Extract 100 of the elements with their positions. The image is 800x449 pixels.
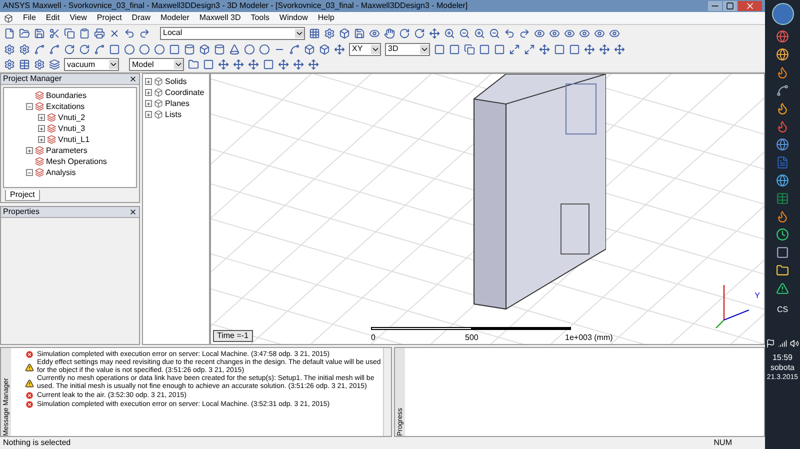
- flag-icon[interactable]: [766, 339, 775, 348]
- expand-toggle[interactable]: [145, 78, 152, 85]
- arc-icon[interactable]: [79, 44, 90, 54]
- expand-toggle[interactable]: [26, 147, 33, 154]
- speaker-icon[interactable]: [790, 339, 799, 348]
- move-icon[interactable]: [308, 59, 319, 70]
- menu-item[interactable]: Modeler: [160, 14, 190, 22]
- flame-icon[interactable]: [776, 210, 789, 223]
- tree-item[interactable]: Planes: [165, 100, 190, 108]
- document-icon[interactable]: [776, 156, 789, 169]
- tree-item[interactable]: Mesh Operations: [46, 158, 107, 166]
- menu-item[interactable]: Tools: [250, 14, 270, 22]
- save-icon[interactable]: [34, 28, 45, 38]
- layers-icon[interactable]: [49, 59, 60, 70]
- zoom-out-icon[interactable]: [459, 28, 470, 38]
- settings-icon[interactable]: [4, 59, 15, 70]
- box-icon[interactable]: [199, 44, 210, 54]
- tree-item[interactable]: Coordinate: [165, 88, 204, 96]
- settings-icon[interactable]: [324, 28, 335, 38]
- tree-item[interactable]: Lists: [165, 110, 182, 118]
- redo-icon[interactable]: [139, 28, 150, 38]
- circle-icon[interactable]: [124, 44, 135, 54]
- minimize-icon[interactable]: [708, 1, 722, 11]
- clock-icon[interactable]: [776, 228, 789, 241]
- window-icon[interactable]: [776, 246, 789, 259]
- tree-item[interactable]: Analysis: [46, 168, 76, 176]
- tree-item[interactable]: Vnuti_L1: [58, 136, 90, 144]
- close-icon[interactable]: [129, 208, 137, 216]
- sphere-icon[interactable]: [244, 44, 255, 54]
- tree-item[interactable]: Vnuti_2: [58, 114, 86, 122]
- cut-icon[interactable]: [49, 28, 60, 38]
- expand-toggle[interactable]: [145, 100, 152, 107]
- ellipse-icon[interactable]: [154, 44, 165, 54]
- box-icon[interactable]: [304, 44, 315, 54]
- collapse-toggle[interactable]: [26, 103, 33, 110]
- print-icon[interactable]: [94, 28, 105, 38]
- save-icon[interactable]: [354, 28, 365, 38]
- open-folder-icon[interactable]: [19, 28, 30, 38]
- cube-icon[interactable]: [339, 28, 350, 38]
- arc-icon[interactable]: [64, 44, 75, 54]
- move-icon[interactable]: [584, 44, 595, 54]
- app-icon[interactable]: [4, 14, 13, 22]
- project-tab[interactable]: Project: [5, 190, 40, 201]
- globe-icon[interactable]: [776, 138, 789, 151]
- triangle-icon[interactable]: [776, 282, 789, 295]
- cone-icon[interactable]: [229, 44, 240, 54]
- zoom-out-icon[interactable]: [489, 28, 500, 38]
- flame-icon[interactable]: [776, 66, 789, 79]
- menu-item[interactable]: Maxwell 3D: [199, 14, 241, 22]
- undo-icon[interactable]: [504, 28, 515, 38]
- eye-icon[interactable]: [594, 28, 605, 38]
- menu-item[interactable]: Window: [279, 14, 308, 22]
- move-icon[interactable]: [614, 44, 625, 54]
- redo-icon[interactable]: [519, 28, 530, 38]
- cylinder-icon[interactable]: [184, 44, 195, 54]
- tree-item[interactable]: Vnuti_3: [58, 124, 86, 132]
- menu-item[interactable]: Help: [318, 14, 334, 22]
- eye-icon[interactable]: [534, 28, 545, 38]
- move-icon[interactable]: [509, 44, 520, 54]
- expand-toggle[interactable]: [145, 89, 152, 96]
- eye-icon[interactable]: [564, 28, 575, 38]
- globe-icon[interactable]: [776, 174, 789, 187]
- square-icon[interactable]: [554, 44, 565, 54]
- spreadsheet-icon[interactable]: [776, 192, 789, 205]
- view-mode-dropdown[interactable]: 3D: [385, 42, 430, 56]
- plane-dropdown[interactable]: XY: [349, 42, 381, 56]
- tree-item[interactable]: Solids: [165, 78, 187, 86]
- curve-icon[interactable]: [94, 44, 105, 54]
- language-indicator[interactable]: CS: [776, 306, 788, 314]
- expand-toggle[interactable]: [38, 125, 45, 132]
- start-button[interactable]: [772, 3, 794, 25]
- move-icon[interactable]: [524, 44, 535, 54]
- collapse-toggle[interactable]: [26, 169, 33, 176]
- move-icon[interactable]: [233, 59, 244, 70]
- rotate-icon[interactable]: [399, 28, 410, 38]
- zoom-in-icon[interactable]: [474, 28, 485, 38]
- copy-icon[interactable]: [464, 44, 475, 54]
- settings-icon[interactable]: [4, 44, 15, 54]
- material-dropdown[interactable]: vacuum: [64, 58, 119, 71]
- spline-icon[interactable]: [49, 44, 60, 54]
- eye-icon[interactable]: [369, 28, 380, 38]
- square-icon[interactable]: [263, 59, 274, 70]
- zoom-in-icon[interactable]: [444, 28, 455, 38]
- expand-toggle[interactable]: [145, 111, 152, 118]
- tree-item[interactable]: Boundaries: [46, 92, 86, 100]
- eye-icon[interactable]: [579, 28, 590, 38]
- square-icon[interactable]: [494, 44, 505, 54]
- hand-icon[interactable]: [384, 28, 395, 38]
- move-icon[interactable]: [599, 44, 610, 54]
- settings-icon[interactable]: [19, 44, 30, 54]
- menu-item[interactable]: File: [23, 14, 36, 22]
- globe-icon[interactable]: [776, 30, 789, 43]
- copy-icon[interactable]: [64, 28, 75, 38]
- cylinder-icon[interactable]: [214, 44, 225, 54]
- undo-icon[interactable]: [124, 28, 135, 38]
- square-icon[interactable]: [569, 44, 580, 54]
- table-icon[interactable]: [19, 59, 30, 70]
- globe-icon[interactable]: [776, 48, 789, 61]
- new-file-icon[interactable]: [4, 28, 15, 38]
- menu-item[interactable]: Edit: [46, 14, 60, 22]
